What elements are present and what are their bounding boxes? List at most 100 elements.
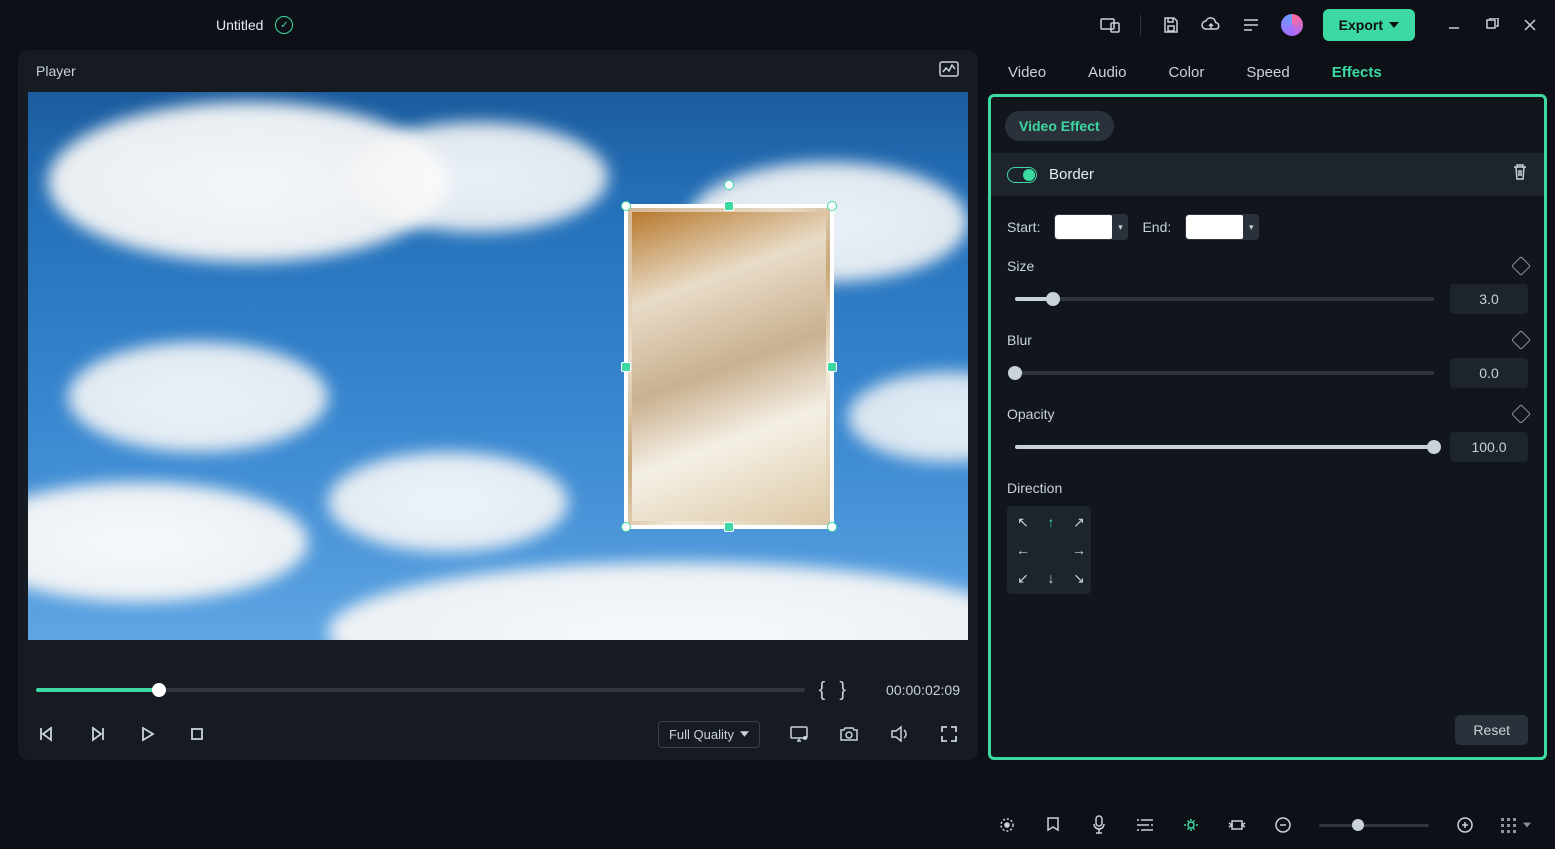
- dir-nw[interactable]: ↖: [1009, 508, 1037, 536]
- volume-icon[interactable]: [888, 723, 910, 745]
- resize-handle-mr[interactable]: [827, 362, 837, 372]
- effects-box: Video Effect Border Start: ▾ End:: [988, 94, 1547, 760]
- tab-audio[interactable]: Audio: [1086, 60, 1128, 85]
- close-button[interactable]: [1521, 16, 1539, 34]
- effects-icon[interactable]: [1181, 815, 1201, 835]
- keyframe-nav-icon[interactable]: [1227, 815, 1247, 835]
- display-icon[interactable]: [788, 723, 810, 745]
- player-panel: Player: [18, 50, 978, 760]
- chevron-down-icon: [1389, 22, 1399, 28]
- timecode: 00:00:02:09: [860, 682, 960, 698]
- mic-icon[interactable]: [1089, 815, 1109, 835]
- opacity-slider[interactable]: [1015, 445, 1434, 449]
- bottom-toolbar: [0, 801, 1555, 849]
- dir-e[interactable]: →: [1065, 536, 1093, 564]
- player-header-label: Player: [36, 63, 76, 79]
- dir-c[interactable]: [1037, 536, 1065, 564]
- direction-label: Direction: [1007, 480, 1062, 496]
- blur-label: Blur: [1007, 332, 1032, 348]
- save-icon[interactable]: [1161, 15, 1181, 35]
- quality-label: Full Quality: [669, 727, 734, 742]
- scopes-icon[interactable]: [938, 60, 960, 82]
- dir-n[interactable]: ↑: [1037, 508, 1065, 536]
- size-slider[interactable]: [1015, 297, 1434, 301]
- end-color-dropdown[interactable]: ▾: [1243, 214, 1259, 240]
- selected-clip[interactable]: [624, 204, 834, 529]
- end-label: End:: [1142, 219, 1171, 235]
- resize-handle-ml[interactable]: [621, 362, 631, 372]
- size-group: Size 3.0: [1007, 258, 1528, 314]
- zoom-slider[interactable]: [1319, 824, 1429, 827]
- mark-in-button[interactable]: {: [819, 679, 826, 702]
- opacity-value[interactable]: 100.0: [1450, 432, 1528, 462]
- marker-icon[interactable]: [1043, 815, 1063, 835]
- tab-speed[interactable]: Speed: [1244, 60, 1291, 85]
- playbar: { } 00:00:02:09 Full Quality: [18, 660, 978, 760]
- snapshot-icon[interactable]: [838, 723, 860, 745]
- sync-ok-icon: ✓: [275, 16, 293, 34]
- rotate-handle[interactable]: [724, 180, 734, 190]
- start-color-dropdown[interactable]: ▾: [1112, 214, 1128, 240]
- timeline-view-icon[interactable]: [1501, 818, 1519, 833]
- next-frame-button[interactable]: [86, 723, 108, 745]
- resize-handle-tr[interactable]: [827, 201, 837, 211]
- blur-keyframe-button[interactable]: [1511, 330, 1531, 350]
- blur-group: Blur 0.0: [1007, 332, 1528, 388]
- mark-out-button[interactable]: }: [839, 679, 846, 702]
- export-button[interactable]: Export: [1323, 9, 1415, 41]
- subtitle-icon[interactable]: [1135, 815, 1155, 835]
- reset-button[interactable]: Reset: [1455, 715, 1528, 745]
- screens-icon[interactable]: [1100, 15, 1120, 35]
- border-label: Border: [1049, 166, 1500, 183]
- size-label: Size: [1007, 258, 1034, 274]
- border-section-header: Border: [991, 153, 1544, 196]
- tab-video[interactable]: Video: [1006, 60, 1048, 85]
- preview-canvas[interactable]: [28, 92, 968, 640]
- tab-color[interactable]: Color: [1166, 60, 1206, 85]
- auto-icon[interactable]: [997, 815, 1017, 835]
- resize-handle-br[interactable]: [827, 522, 837, 532]
- video-effect-chip[interactable]: Video Effect: [1005, 111, 1114, 141]
- stop-button[interactable]: [186, 723, 208, 745]
- opacity-keyframe-button[interactable]: [1511, 404, 1531, 424]
- zoom-in-button[interactable]: [1455, 815, 1475, 835]
- tab-effects[interactable]: Effects: [1330, 60, 1384, 85]
- blur-slider[interactable]: [1015, 371, 1434, 375]
- zoom-out-button[interactable]: [1273, 815, 1293, 835]
- end-color-swatch[interactable]: [1185, 214, 1245, 240]
- dir-se[interactable]: ↘: [1065, 564, 1093, 592]
- dir-sw[interactable]: ↙: [1009, 564, 1037, 592]
- start-label: Start:: [1007, 219, 1040, 235]
- dir-ne[interactable]: ↗: [1065, 508, 1093, 536]
- menu-icon[interactable]: [1241, 15, 1261, 35]
- chevron-down-icon: [740, 731, 749, 737]
- resize-handle-tl[interactable]: [621, 201, 631, 211]
- properties-tabs: Video Audio Color Speed Effects: [988, 50, 1547, 94]
- dir-s[interactable]: ↓: [1037, 564, 1065, 592]
- opacity-group: Opacity 100.0: [1007, 406, 1528, 462]
- prev-frame-button[interactable]: [36, 723, 58, 745]
- size-keyframe-button[interactable]: [1511, 256, 1531, 276]
- blur-value[interactable]: 0.0: [1450, 358, 1528, 388]
- cloud-upload-icon[interactable]: [1201, 15, 1221, 35]
- dir-w[interactable]: ←: [1009, 536, 1037, 564]
- resize-handle-mt[interactable]: [724, 201, 734, 211]
- export-label: Export: [1339, 17, 1383, 33]
- chevron-down-icon[interactable]: [1523, 822, 1531, 828]
- direction-grid: ↖ ↑ ↗ ← → ↙ ↓ ↘: [1007, 506, 1091, 594]
- fullscreen-icon[interactable]: [938, 723, 960, 745]
- start-color-swatch[interactable]: [1054, 214, 1114, 240]
- play-button[interactable]: [136, 723, 158, 745]
- resize-handle-bl[interactable]: [621, 522, 631, 532]
- minimize-button[interactable]: [1445, 16, 1463, 34]
- size-value[interactable]: 3.0: [1450, 284, 1528, 314]
- avatar[interactable]: [1281, 14, 1303, 36]
- maximize-button[interactable]: [1483, 16, 1501, 34]
- quality-dropdown[interactable]: Full Quality: [658, 721, 760, 748]
- delete-effect-button[interactable]: [1512, 163, 1528, 186]
- border-toggle[interactable]: [1007, 167, 1037, 183]
- properties-panel: Video Audio Color Speed Effects Video Ef…: [988, 50, 1555, 760]
- resize-handle-mb[interactable]: [724, 522, 734, 532]
- seek-slider[interactable]: [36, 688, 805, 692]
- direction-group: Direction ↖ ↑ ↗ ← → ↙ ↓ ↘: [1007, 480, 1528, 594]
